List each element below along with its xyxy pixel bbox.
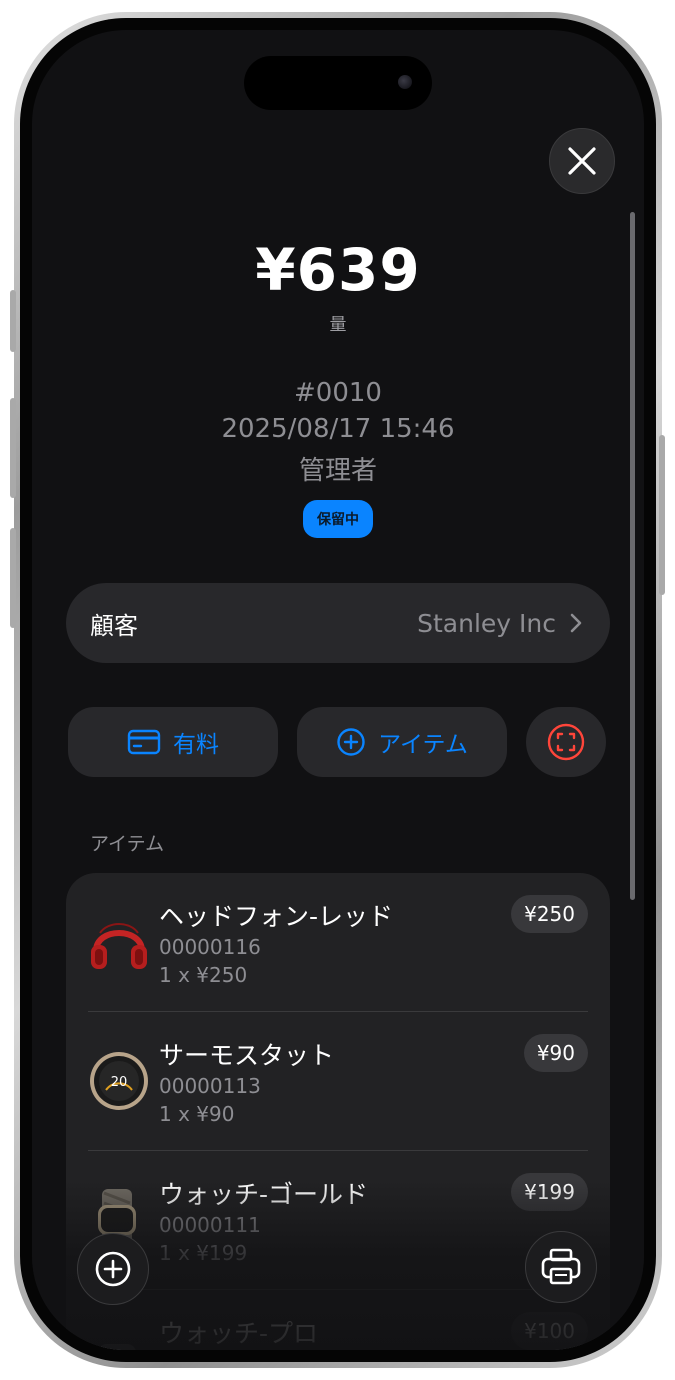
item-name: ウォッチ-ゴールド bbox=[159, 1180, 369, 1209]
item-sku: 00000116 bbox=[159, 935, 261, 959]
print-button[interactable] bbox=[525, 1231, 597, 1303]
new-order-button[interactable] bbox=[77, 1233, 149, 1305]
charge-label: 有料 bbox=[173, 732, 219, 758]
volume-up-button bbox=[10, 398, 16, 498]
thermostat-icon: 20 bbox=[90, 1052, 148, 1110]
item-quantity: 1 x ¥199 bbox=[159, 1241, 248, 1265]
plus-circle-icon bbox=[337, 728, 365, 756]
item-name: サーモスタット bbox=[159, 1041, 335, 1070]
customer-label: 顧客 bbox=[90, 611, 138, 640]
item-quantity: 1 x ¥250 bbox=[159, 963, 248, 987]
item-price: ¥250 bbox=[511, 895, 588, 933]
order-datetime: 2025/08/17 15:46 bbox=[221, 414, 455, 444]
plus-circle-icon bbox=[95, 1251, 131, 1287]
list-item[interactable]: 20 サーモスタット 00000113 1 x ¥90 ¥90 bbox=[66, 1012, 610, 1151]
list-item[interactable]: ヘッドフォン-レッド 00000116 1 x ¥250 ¥250 bbox=[66, 873, 610, 1012]
item-name: ウォッチ-プロ bbox=[159, 1319, 319, 1348]
close-icon bbox=[568, 147, 596, 175]
close-button[interactable] bbox=[549, 128, 615, 194]
item-sku: 00000113 bbox=[159, 1074, 261, 1098]
volume-down-button bbox=[10, 528, 16, 628]
power-button bbox=[659, 435, 665, 595]
thermostat-temp: 20 bbox=[111, 1075, 128, 1090]
watch-icon bbox=[98, 1344, 136, 1350]
customer-value: Stanley Inc bbox=[417, 608, 556, 638]
list-item[interactable]: ウォッチ-プロ ¥100 bbox=[66, 1290, 610, 1350]
order-staff: 管理者 bbox=[298, 456, 377, 486]
order-number: #0010 bbox=[294, 378, 382, 408]
item-price: ¥199 bbox=[511, 1173, 588, 1211]
scan-button[interactable] bbox=[526, 707, 606, 777]
item-quantity: 1 x ¥90 bbox=[159, 1102, 235, 1126]
customer-row[interactable]: 顧客 Stanley Inc bbox=[66, 583, 610, 663]
status-badge: 保留中 bbox=[303, 500, 373, 538]
credit-card-icon bbox=[127, 729, 161, 755]
headphones-icon bbox=[91, 923, 147, 969]
item-price: ¥100 bbox=[511, 1312, 588, 1350]
order-total-label: 量 bbox=[329, 315, 347, 335]
dynamic-island bbox=[244, 56, 432, 110]
items-section-title: アイテム bbox=[90, 833, 165, 855]
scan-icon bbox=[547, 723, 585, 761]
action-button bbox=[10, 290, 16, 352]
item-price: ¥90 bbox=[523, 1034, 588, 1072]
add-item-button[interactable]: アイテム bbox=[297, 707, 507, 777]
chevron-right-icon bbox=[570, 613, 582, 633]
add-item-label: アイテム bbox=[378, 732, 468, 758]
screen: ¥639 量 #0010 2025/08/17 15:46 管理者 保留中 顧客… bbox=[32, 30, 644, 1350]
charge-button[interactable]: 有料 bbox=[68, 707, 278, 777]
item-sku: 00000111 bbox=[159, 1213, 261, 1237]
item-name: ヘッドフォン-レッド bbox=[159, 902, 394, 931]
order-total: ¥639 bbox=[255, 236, 421, 304]
camera-icon bbox=[398, 75, 412, 89]
printer-icon bbox=[541, 1248, 581, 1285]
